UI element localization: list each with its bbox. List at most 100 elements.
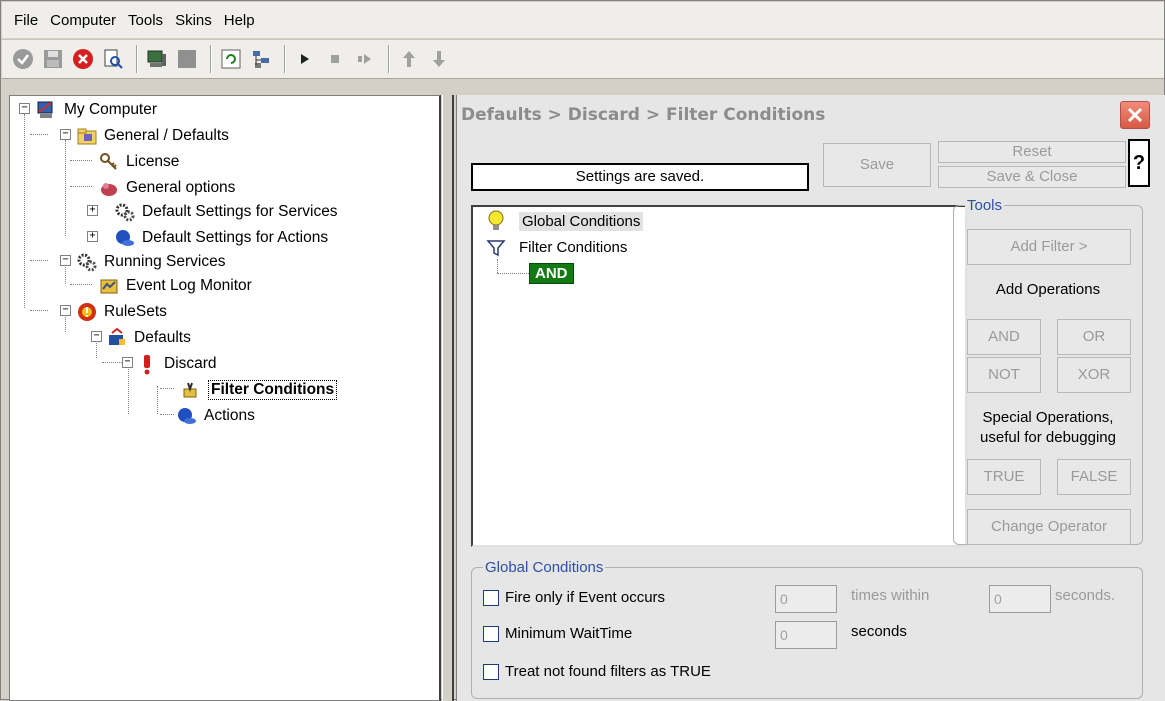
and-operator-node[interactable]: AND — [529, 263, 574, 284]
tree-item-event-log-monitor[interactable]: Event Log Monitor — [98, 274, 252, 298]
expand-toggle[interactable]: + — [87, 205, 98, 216]
tree-item-default-services[interactable]: Default Settings for Services — [114, 200, 338, 224]
folder-icon — [77, 128, 97, 145]
change-operator-button[interactable]: Change Operator — [967, 509, 1131, 545]
and-button[interactable]: AND — [967, 319, 1041, 355]
condition-global[interactable]: Global Conditions — [485, 209, 644, 233]
add-operations-label: Add Operations — [995, 281, 1101, 298]
tree-connector — [157, 386, 158, 414]
menu-skins[interactable]: Skins — [169, 12, 218, 29]
keys-icon — [100, 153, 117, 170]
panel-splitter[interactable] — [442, 95, 454, 701]
treat-not-found-checkbox[interactable] — [483, 663, 499, 680]
event-log-icon — [100, 279, 118, 294]
help-button[interactable]: ? — [1128, 139, 1150, 187]
application-window: File Computer Tools Skins Help − − + + −… — [0, 0, 1165, 701]
or-button[interactable]: OR — [1057, 319, 1131, 355]
tree-item-running-services[interactable]: Running Services — [76, 250, 225, 274]
treat-not-found-checkbox-row[interactable]: Treat not found filters as TRUE — [483, 663, 711, 680]
save-button[interactable]: Save — [823, 143, 931, 187]
collapse-toggle[interactable]: − — [122, 357, 133, 368]
save-close-button[interactable]: Save & Close — [938, 166, 1126, 188]
tree-connector — [160, 388, 174, 389]
times-within-label: times within — [851, 587, 930, 604]
save-disk-icon[interactable] — [40, 46, 66, 72]
ruleset-defaults-icon — [109, 327, 125, 345]
tree-item-license[interactable]: License — [98, 150, 179, 174]
tree-connector — [102, 362, 124, 363]
computer-icon — [37, 101, 53, 118]
tree-item-filter-conditions[interactable]: Filter Conditions — [180, 378, 338, 402]
tree-connector — [497, 259, 498, 273]
collapse-toggle[interactable]: − — [60, 129, 71, 140]
gray-box-icon[interactable] — [174, 46, 200, 72]
tree-connector — [30, 260, 48, 261]
tree-item-discard[interactable]: Discard — [136, 352, 217, 376]
tree-item-default-actions[interactable]: Default Settings for Actions — [114, 226, 328, 250]
toolbar-separator — [136, 45, 138, 73]
expand-toggle[interactable]: + — [87, 231, 98, 242]
tree-connector — [24, 114, 25, 308]
tree-item-general-defaults[interactable]: General / Defaults — [76, 124, 229, 148]
actions-globe-icon — [116, 230, 134, 246]
toolbar-separator — [210, 45, 212, 73]
reset-button[interactable]: Reset — [938, 141, 1126, 163]
false-button[interactable]: FALSE — [1057, 459, 1131, 495]
menu-computer[interactable]: Computer — [44, 12, 122, 29]
tree-item-rulesets[interactable]: RuleSets — [76, 300, 167, 324]
tree-item-actions[interactable]: Actions — [176, 404, 255, 428]
condition-filter[interactable]: Filter Conditions — [485, 235, 627, 259]
collapse-toggle[interactable]: − — [19, 103, 30, 114]
fire-only-checkbox[interactable] — [483, 589, 499, 606]
filter-conditions-panel: Defaults > Discard > Filter Conditions S… — [456, 95, 1165, 701]
step-forward-icon[interactable] — [352, 46, 378, 72]
exclamation-icon — [144, 355, 150, 375]
fire-only-checkbox-row[interactable]: Fire only if Event occurs — [483, 589, 665, 606]
lightbulb-icon — [488, 210, 504, 230]
tree-connector — [70, 186, 92, 187]
arrow-down-icon[interactable] — [426, 46, 452, 72]
close-button[interactable] — [1120, 101, 1150, 129]
menu-help[interactable]: Help — [218, 12, 261, 29]
gears-icon — [77, 253, 97, 272]
close-icon — [1127, 107, 1143, 123]
computer-icon[interactable] — [144, 46, 170, 72]
menu-bar: File Computer Tools Skins Help — [2, 2, 1164, 38]
filter-funnel-icon — [486, 240, 506, 257]
check-icon[interactable] — [10, 46, 36, 72]
tree-config-icon[interactable] — [248, 46, 274, 72]
collapse-toggle[interactable]: − — [60, 255, 71, 266]
wait-time-input[interactable]: 0 — [775, 621, 837, 649]
arrow-up-icon[interactable] — [396, 46, 422, 72]
not-button[interactable]: NOT — [967, 357, 1041, 393]
tree-item-defaults[interactable]: Defaults — [106, 326, 191, 350]
add-filter-button[interactable]: Add Filter > — [967, 229, 1131, 265]
tree-item-general-options[interactable]: General options — [98, 176, 235, 200]
toolbar-separator — [388, 45, 390, 73]
min-wait-checkbox[interactable] — [483, 625, 499, 642]
tree-item-my-computer[interactable]: My Computer — [36, 98, 157, 122]
play-icon[interactable] — [292, 46, 318, 72]
seconds-input[interactable]: 0 — [989, 585, 1051, 613]
tree-connector — [70, 160, 92, 161]
tree-connector — [70, 284, 92, 285]
xor-button[interactable]: XOR — [1057, 357, 1131, 393]
collapse-toggle[interactable]: − — [60, 305, 71, 316]
ruleset-icon — [78, 303, 96, 321]
tree-connector — [497, 273, 529, 274]
collapse-toggle[interactable]: − — [91, 331, 102, 342]
min-wait-checkbox-row[interactable]: Minimum WaitTime — [483, 625, 632, 642]
tree-connector — [128, 362, 129, 414]
navigation-tree: − − + + − − − − My Computer General / De… — [9, 95, 441, 701]
stop-square-icon[interactable] — [322, 46, 348, 72]
menu-file[interactable]: File — [8, 12, 44, 29]
search-doc-icon[interactable] — [100, 46, 126, 72]
filter-conditions-icon — [183, 382, 197, 398]
true-button[interactable]: TRUE — [967, 459, 1041, 495]
refresh-icon[interactable] — [218, 46, 244, 72]
menu-tools[interactable]: Tools — [122, 12, 169, 29]
event-count-input[interactable]: 0 — [775, 585, 837, 613]
tree-connector — [65, 140, 66, 236]
stop-icon[interactable] — [70, 46, 96, 72]
special-operations-label: Special Operations, — [982, 409, 1114, 426]
